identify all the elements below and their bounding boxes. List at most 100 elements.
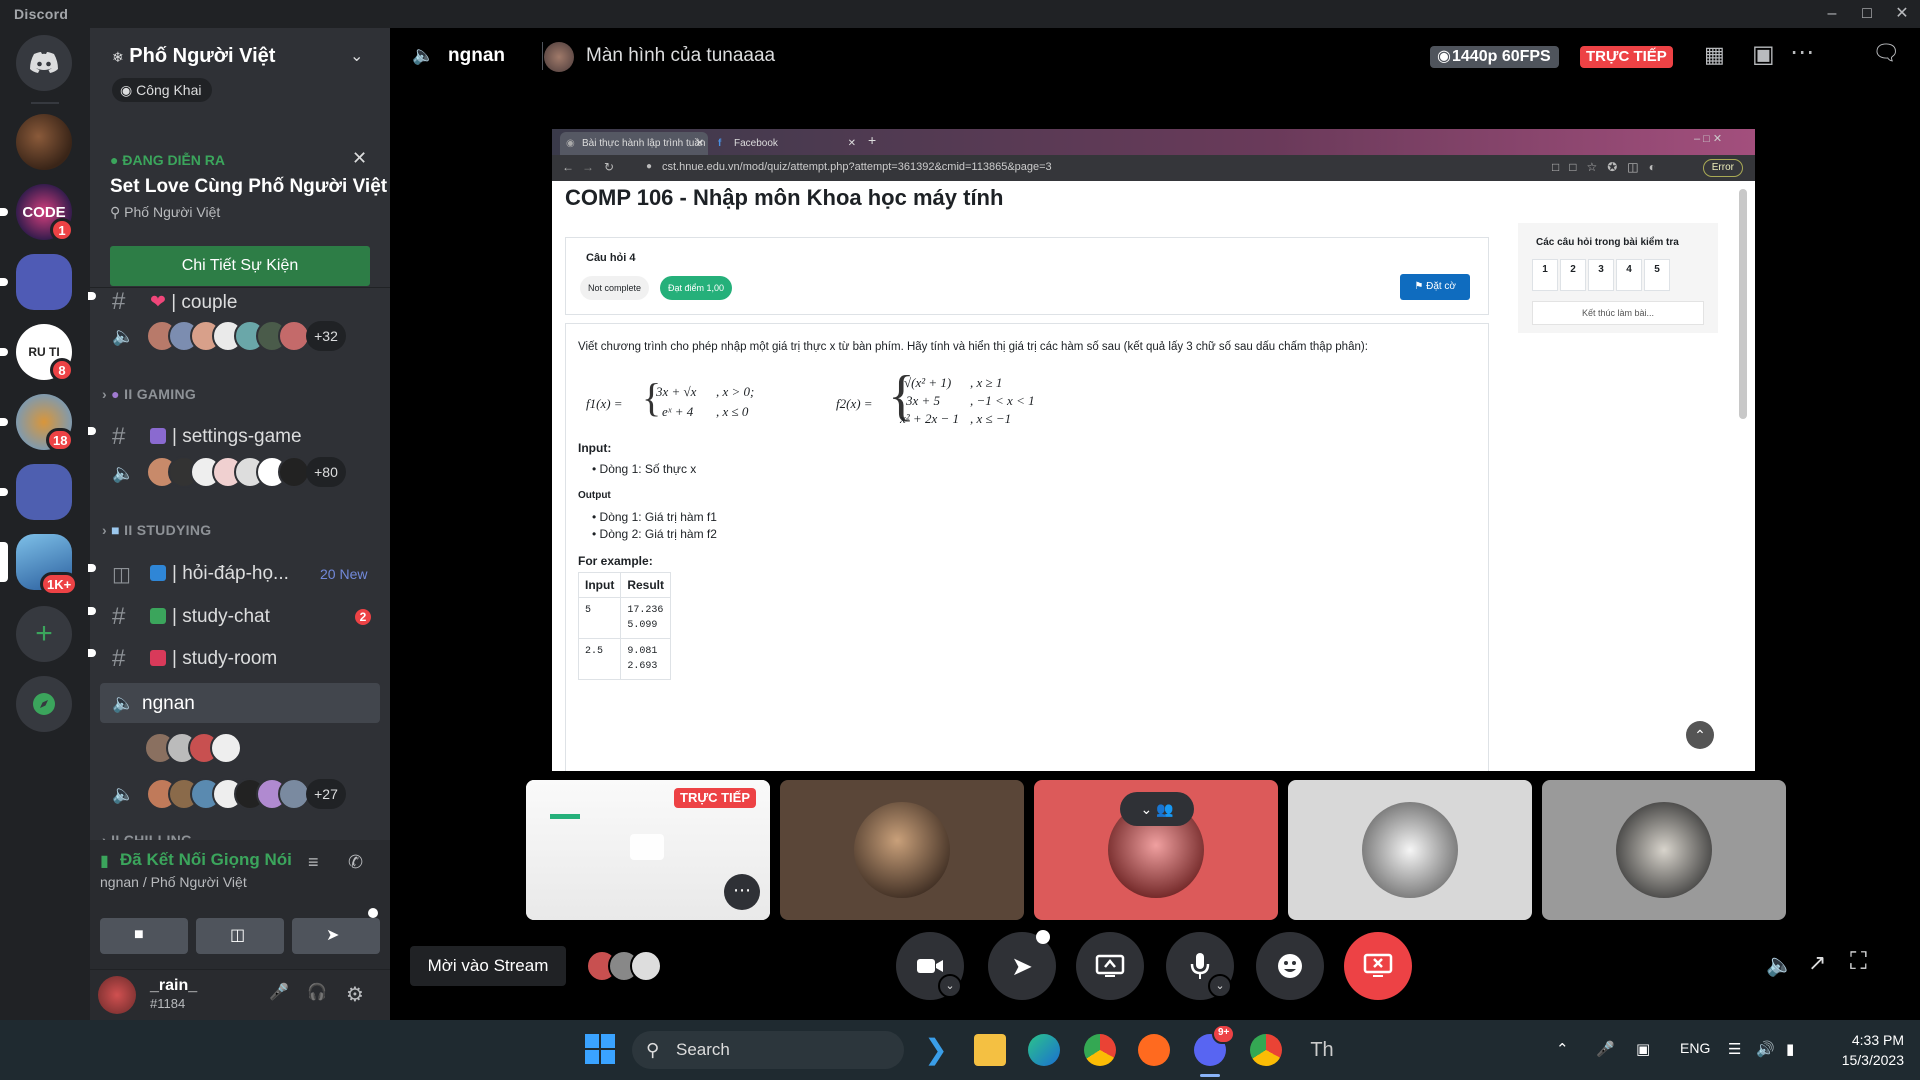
microphone-icon[interactable]: 🎤 (266, 982, 292, 1008)
server-icon-code[interactable]: CODE 1 (0, 184, 74, 242)
server-icon-6[interactable] (0, 464, 72, 520)
chrome-profile-icon[interactable] (1250, 1034, 1282, 1066)
participant-tile-speaking[interactable]: ⌄ 👥 (1034, 780, 1278, 920)
channel-study-chat[interactable]: # | study-chat 2 (100, 598, 380, 634)
close-icon[interactable]: ✕ (352, 148, 367, 169)
question-nav-button[interactable]: 5 (1644, 259, 1670, 291)
activity-button[interactable]: ➤ (292, 918, 380, 954)
page-scrollbar[interactable] (1739, 189, 1747, 419)
maximize-button[interactable]: □ (1850, 2, 1884, 26)
finish-attempt-link[interactable]: Kết thúc làm bài... (1532, 301, 1704, 325)
question-nav-button[interactable]: 1 (1532, 259, 1558, 291)
explore-servers-button[interactable] (16, 676, 72, 732)
blue-book-emoji (150, 565, 166, 581)
language-indicator[interactable]: ENG (1680, 1040, 1710, 1056)
invite-to-stream-button[interactable]: Mời vào Stream (410, 946, 566, 986)
more-options-icon[interactable]: ⋯ (724, 874, 760, 910)
question-nav-button[interactable]: 2 (1560, 259, 1586, 291)
back-icon[interactable]: ← (562, 160, 574, 174)
minimize-button[interactable]: – (1815, 2, 1849, 26)
browser-tab-active[interactable]: ◉ Bài thực hành lập trình tuần 4 (b ✕ (560, 132, 708, 155)
forward-icon[interactable]: → (582, 160, 594, 174)
disconnect-icon[interactable]: ✆ (348, 852, 363, 873)
flag-question-button[interactable]: ⚑ Đặt cờ (1400, 274, 1470, 300)
server-icon-pho-nguoi-viet[interactable]: 1K+ (0, 534, 79, 596)
reload-icon[interactable]: ↻ (604, 160, 614, 174)
stop-stream-button[interactable] (1344, 932, 1412, 1000)
voice-channel-ngnan[interactable]: 🔈 ngnan (100, 683, 380, 723)
home-button[interactable] (16, 35, 72, 91)
event-details-button[interactable]: Chi Tiết Sự Kiện (110, 246, 370, 286)
category-gaming[interactable]: › ● II GAMING (102, 386, 196, 402)
add-server-button[interactable]: + (16, 606, 72, 662)
browser-error-button[interactable]: Error (1702, 159, 1743, 177)
headphones-icon[interactable]: 🎧 (304, 982, 330, 1008)
microphone-button[interactable]: ⌄ (1166, 932, 1234, 1000)
server-icon-1[interactable] (16, 114, 72, 170)
participant-tile[interactable] (1542, 780, 1786, 920)
participants-toggle[interactable]: ⌄ 👥 (1120, 792, 1194, 826)
discord-taskbar-icon[interactable]: 9+ (1194, 1024, 1236, 1066)
volume-tray-icon[interactable]: 🔊 (1756, 1040, 1775, 1058)
participant-tile[interactable] (780, 780, 1024, 920)
scroll-to-top-button[interactable]: ⌃ (1686, 721, 1714, 749)
focus-view-icon[interactable]: ▣ (1752, 40, 1775, 69)
voice-connected-status[interactable]: Đã Kết Nối Giọng Nói (120, 850, 292, 870)
server-header[interactable]: ❄ Phố Người Việt ⌄ (90, 28, 390, 78)
username[interactable]: _rain_ (150, 977, 197, 995)
channel-study-room[interactable]: # | study-room (100, 640, 380, 676)
clock[interactable]: 4:33 PM 15/3/2023 (1832, 1030, 1904, 1070)
windows-start-icon[interactable] (584, 1033, 616, 1065)
url-field[interactable]: cst.hnue.edu.vn/mod/quiz/attempt.php?att… (662, 161, 1052, 173)
question-nav-button[interactable]: 3 (1588, 259, 1614, 291)
stream-preview-tile[interactable]: TRỰC TIẾP ⋯ (526, 780, 770, 920)
category-studying[interactable]: › ■ II STUDYING (102, 522, 211, 538)
participant-tile[interactable] (1288, 780, 1532, 920)
chevron-down-icon[interactable]: ⌄ (1208, 974, 1232, 998)
more-options-icon[interactable]: ⋯ (1790, 38, 1814, 67)
partner-icon: ❄ (112, 49, 124, 65)
fullscreen-icon[interactable]: ⛶ (1850, 948, 1867, 976)
close-tab-icon[interactable]: ✕ (696, 132, 704, 155)
chrome-icon[interactable] (1084, 1034, 1116, 1066)
channel-hoi-dap[interactable]: ◫ | hỏi-đáp-họ... 20 New (100, 555, 380, 591)
activities-button[interactable]: ➤ (988, 930, 1056, 1000)
battery-icon[interactable]: ▮ (1786, 1040, 1794, 1058)
chat-icon[interactable]: 🗨 (1872, 40, 1900, 66)
category-chilling[interactable]: › II CHILLING (102, 832, 192, 840)
chevron-up-icon[interactable]: ⌃ (1556, 1040, 1569, 1058)
avatar[interactable] (98, 976, 136, 1014)
edge-icon[interactable] (1028, 1034, 1060, 1066)
app-icon[interactable]: Th (1306, 1034, 1338, 1066)
vscode-icon[interactable]: ❯ (920, 1034, 952, 1066)
display-icon[interactable]: ▣ (1636, 1040, 1650, 1058)
gear-icon[interactable]: ⚙ (342, 982, 368, 1008)
question-nav-button[interactable]: 4 (1616, 259, 1642, 291)
viewer-avatars[interactable] (586, 948, 666, 984)
channel-couple[interactable]: # ❤ | couple (100, 283, 380, 319)
wifi-icon[interactable]: ☰ (1728, 1040, 1741, 1058)
file-explorer-icon[interactable] (974, 1034, 1006, 1066)
voice-location[interactable]: ngnan / Phố Người Việt (100, 874, 247, 890)
server-icon-3[interactable] (0, 254, 72, 310)
screen-share-button[interactable] (1076, 932, 1144, 1000)
video-button[interactable]: ■ (100, 918, 188, 954)
close-tab-icon[interactable]: ✕ (848, 132, 856, 155)
soundboard-button[interactable] (1256, 932, 1324, 1000)
chevron-down-icon[interactable]: ⌄ (938, 974, 962, 998)
soundcloud-icon[interactable] (1138, 1034, 1170, 1066)
new-tab-icon[interactable]: + (868, 132, 876, 148)
volume-icon[interactable]: 🔈 (1766, 952, 1793, 978)
server-icon-5[interactable]: 18 (0, 394, 75, 452)
grid-layout-icon[interactable]: ▦ (1704, 42, 1725, 68)
camera-button[interactable]: ⌄ (896, 932, 964, 1000)
popout-icon[interactable]: ↗ (1808, 950, 1826, 976)
channel-settings-game[interactable]: # | settings-game (100, 418, 380, 454)
browser-tab-facebook[interactable]: f Facebook ✕ (712, 132, 862, 155)
microphone-tray-icon[interactable]: 🎤 (1596, 1040, 1615, 1058)
screen-share-button[interactable]: ◫ (196, 918, 284, 954)
close-window-button[interactable]: ✕ (1885, 2, 1919, 26)
server-icon-4[interactable]: RU TI 8 (0, 324, 74, 382)
taskbar-search[interactable]: ⚲ Search (632, 1031, 904, 1069)
noise-suppression-icon[interactable]: ≡ (308, 852, 319, 873)
